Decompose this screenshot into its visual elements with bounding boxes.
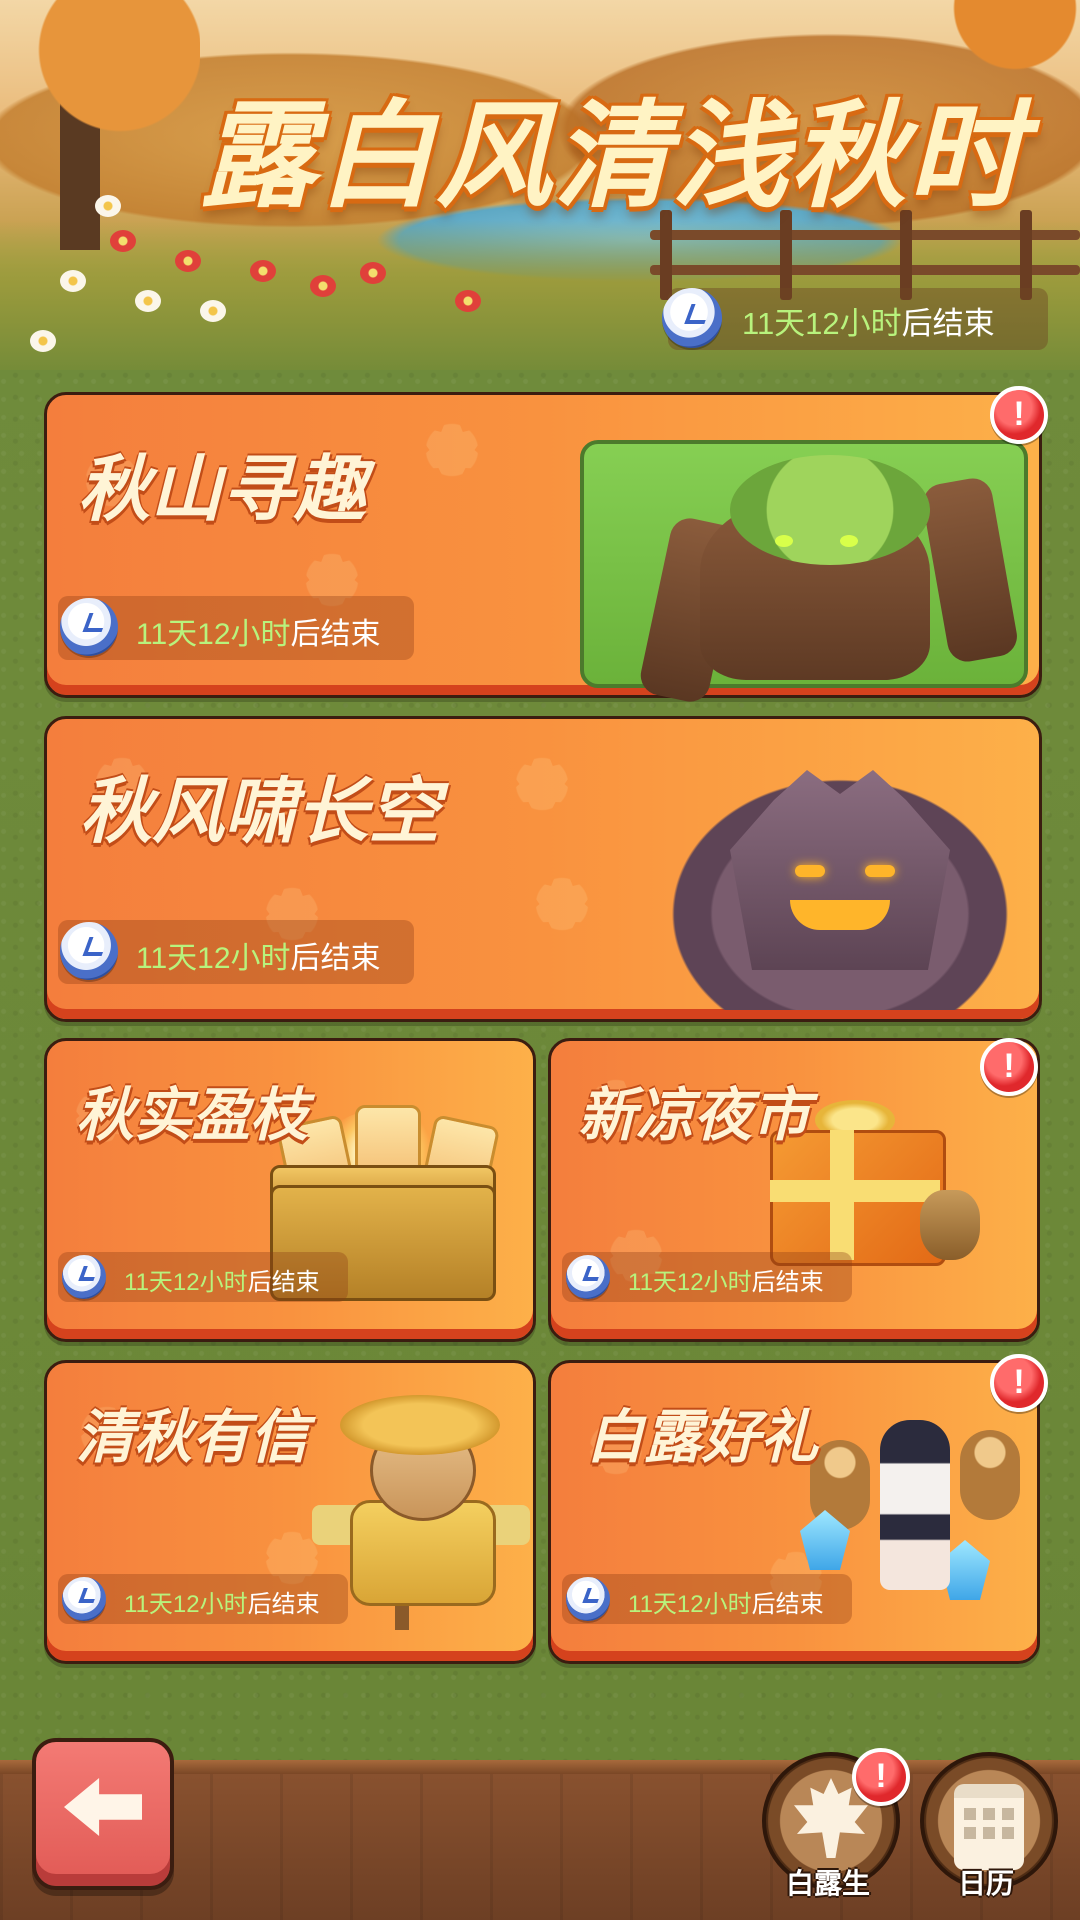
- event-card-title: 白露好礼: [586, 1405, 819, 1470]
- back-arrow-icon: [64, 1778, 142, 1836]
- back-button[interactable]: [32, 1738, 174, 1890]
- alert-icon: !: [852, 1748, 910, 1806]
- calendar-icon: [954, 1784, 1024, 1870]
- event-card-timer: 11天12小时后结束: [562, 1252, 852, 1302]
- event-card-title: 秋山寻趣: [78, 450, 367, 530]
- event-timer: 11天12小时后结束: [662, 288, 1048, 350]
- event-card-title: 秋风啸长空: [80, 772, 441, 852]
- timer-remaining: 11天12小时: [742, 306, 902, 341]
- bailu-label: 白露生: [785, 1868, 870, 1899]
- clock-icon: [566, 1577, 610, 1621]
- fence-art: [650, 210, 1080, 300]
- calendar-label: 日历: [957, 1868, 1014, 1899]
- event-card-title: 清秋有信: [76, 1405, 309, 1470]
- timer-suffix: 后结束: [901, 306, 995, 341]
- clock-icon: [62, 1577, 106, 1621]
- event-card-title: 新凉夜市: [578, 1083, 811, 1148]
- alert-icon: !: [990, 386, 1048, 444]
- event-card-title: 秋实盈枝: [76, 1083, 309, 1148]
- clock-icon: [60, 922, 118, 980]
- event-card-timer: 11天12小时后结束: [58, 596, 414, 660]
- clock-icon: [566, 1255, 610, 1299]
- clock-icon: [60, 598, 118, 656]
- event-card-timer: 11天12小时后结束: [58, 1574, 348, 1624]
- clock-icon: [62, 1255, 106, 1299]
- event-card-timer: 11天12小时后结束: [562, 1574, 852, 1624]
- event-title: 露白风清浅秋时: [200, 91, 1026, 221]
- character-art: [880, 1420, 950, 1590]
- alert-icon: !: [980, 1038, 1038, 1096]
- event-card-timer: 11天12小时后结束: [58, 920, 414, 984]
- alert-icon: !: [990, 1354, 1048, 1412]
- event-card-timer: 11天12小时后结束: [58, 1252, 348, 1302]
- clock-icon: [662, 288, 722, 348]
